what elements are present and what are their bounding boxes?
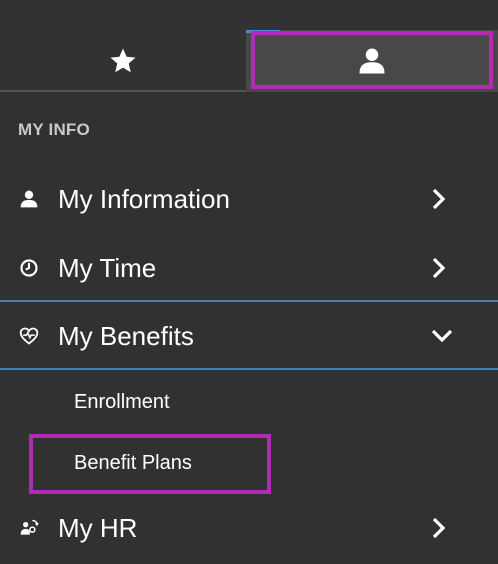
hr-people-icon: [19, 518, 39, 538]
menu-item-label: My HR: [58, 512, 138, 543]
clock-icon: [19, 258, 39, 278]
menu-item-label: My Benefits: [58, 320, 194, 351]
chevron-right-icon: [432, 517, 446, 539]
person-icon: [359, 48, 385, 74]
submenu-item-benefit-plans[interactable]: Benefit Plans: [74, 452, 192, 475]
tab-divider: [0, 90, 246, 92]
tab-favorites[interactable]: [0, 30, 246, 92]
star-icon: [110, 48, 136, 73]
divider: [0, 368, 498, 370]
chevron-right-icon: [432, 188, 446, 210]
menu-item-my-time[interactable]: My Time: [0, 234, 498, 302]
menu-item-my-hr[interactable]: My HR: [0, 494, 498, 562]
menu-item-my-information[interactable]: My Information: [0, 165, 498, 233]
chevron-right-icon: [432, 257, 446, 279]
tab-me[interactable]: [246, 30, 498, 92]
heart-benefits-icon: [19, 326, 39, 346]
tab-active-accent: [246, 30, 280, 33]
chevron-down-icon: [431, 329, 453, 343]
section-title: MY INFO: [18, 120, 90, 139]
top-tab-bar: [0, 0, 498, 92]
menu-item-label: My Information: [58, 183, 230, 214]
menu-item-label: My Time: [58, 252, 157, 283]
submenu-item-enrollment[interactable]: Enrollment: [74, 391, 170, 414]
menu-item-my-benefits[interactable]: My Benefits: [0, 302, 498, 370]
person-icon: [19, 189, 39, 209]
